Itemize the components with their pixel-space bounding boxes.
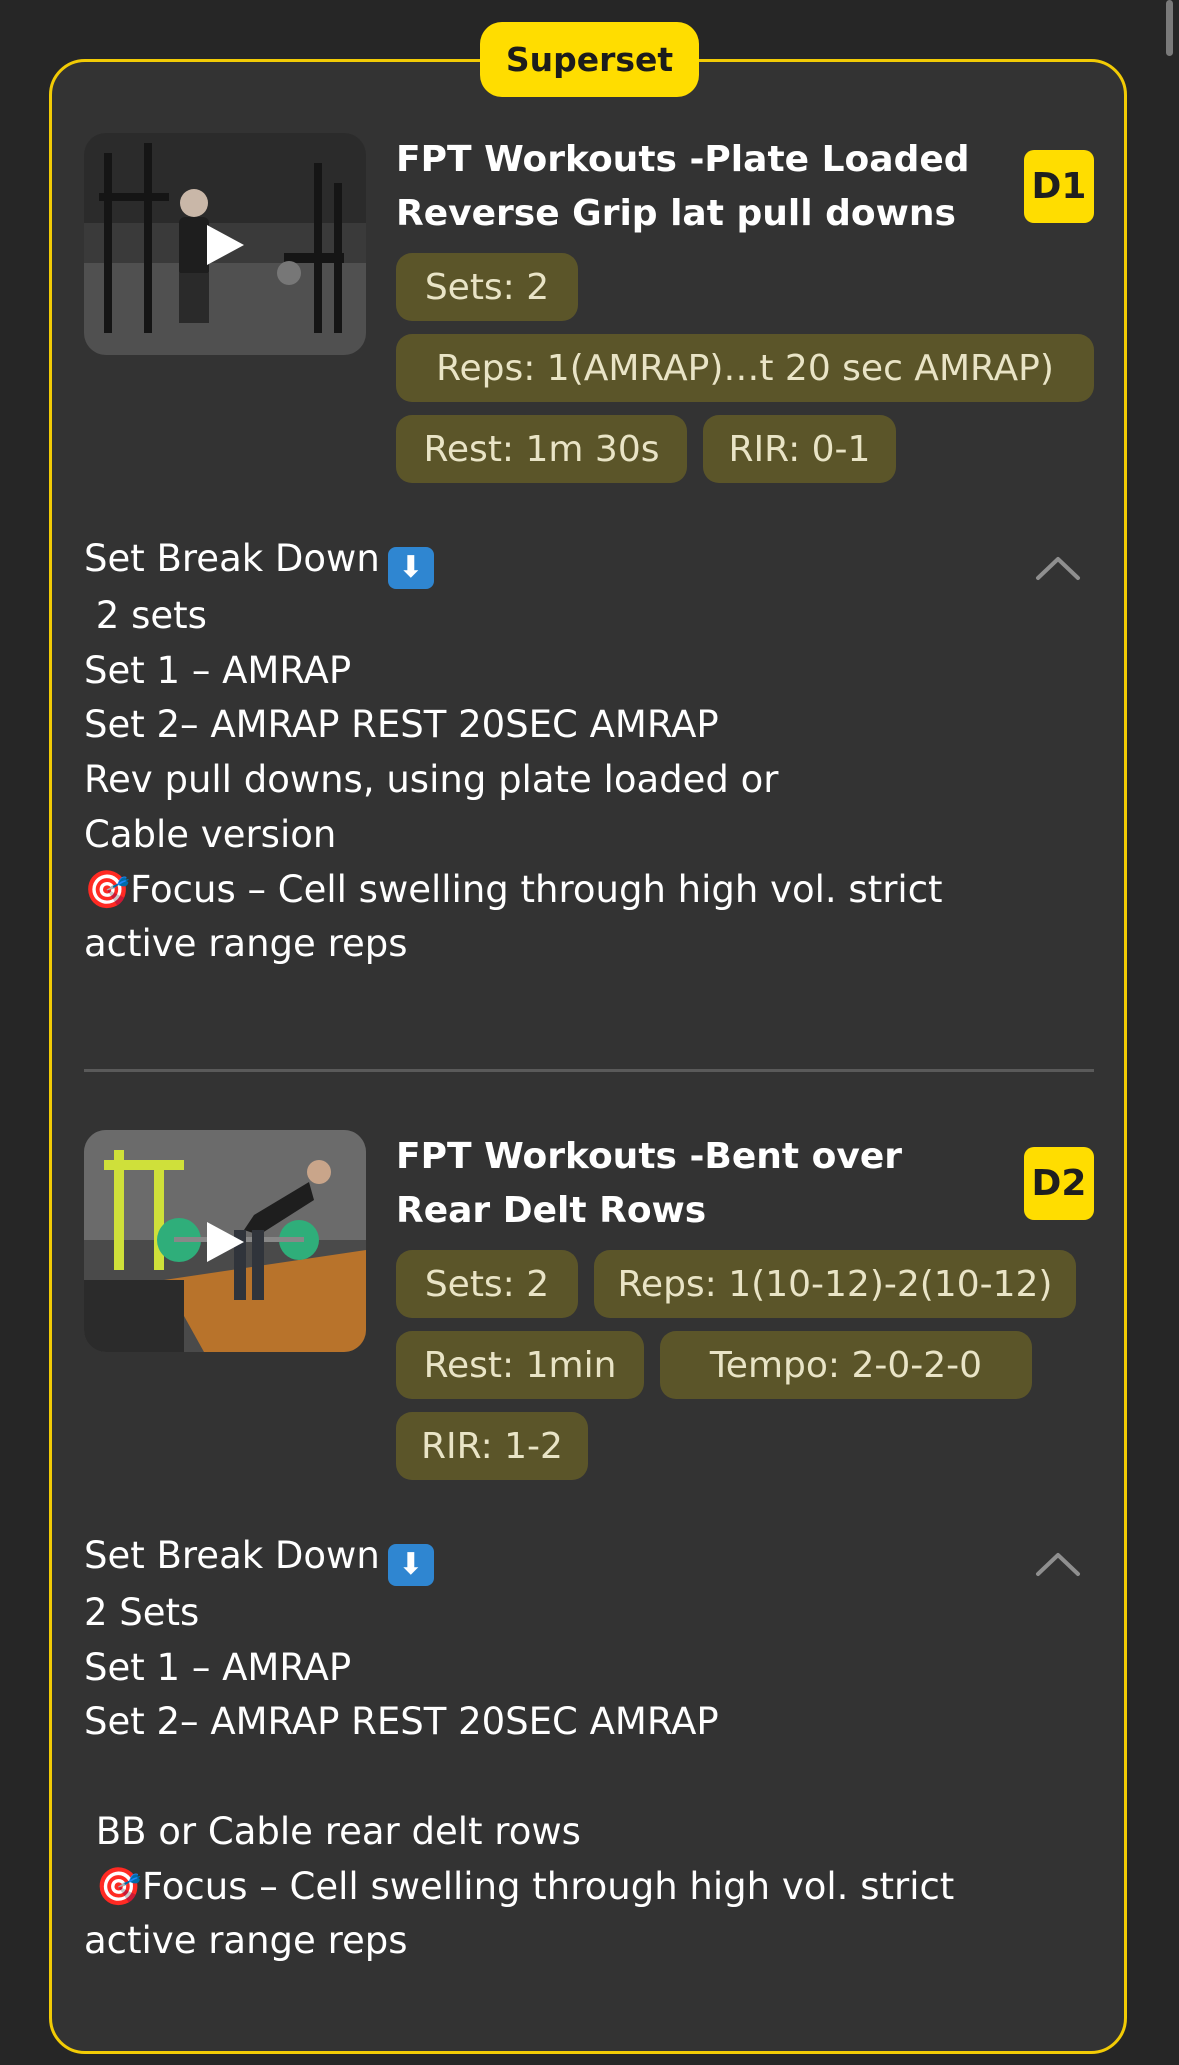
reps-chip: Reps: 1(10-12)-2(10-12)	[594, 1250, 1076, 1318]
down-arrow-emoji-icon: ⬇	[387, 547, 434, 589]
rest-chip: Rest: 1min	[396, 1331, 644, 1399]
rest-chip: Rest: 1m 30s	[396, 415, 687, 483]
down-arrow-emoji-icon: ⬇	[387, 1544, 434, 1586]
breakdown-line: 🎯Focus – Cell swelling through high vol.…	[84, 1864, 955, 1908]
breakdown-line: 2 Sets	[84, 1591, 200, 1634]
exercise-d2: FPT Workouts -Bent over Rear Delt Rows D…	[84, 1130, 1094, 1490]
breakdown-line: active range reps	[84, 1919, 408, 1963]
exercise-code-badge: D2	[1024, 1147, 1094, 1220]
breakdown-heading: Set Break Down	[84, 537, 380, 580]
tempo-chip: Tempo: 2-0-2-0	[660, 1331, 1032, 1399]
exercise-title[interactable]: FPT Workouts -Bent over Rear Delt Rows	[396, 1130, 996, 1238]
breakdown-line: Set 2– AMRAP REST 20SEC AMRAP	[84, 1700, 719, 1744]
scrollbar[interactable]	[1166, 0, 1173, 56]
breakdown-line: Set 1 – AMRAP	[84, 1645, 352, 1689]
breakdown-line: BB or Cable rear delt rows	[84, 1809, 581, 1853]
breakdown-line: 2 sets	[84, 594, 207, 637]
chevron-up-icon[interactable]	[1035, 1551, 1081, 1577]
superset-tag: Superset	[480, 22, 699, 97]
breakdown-line: active range reps	[84, 922, 408, 966]
breakdown-line: 🎯Focus – Cell swelling through high vol.…	[84, 867, 943, 911]
video-thumbnail-d1[interactable]	[84, 133, 366, 355]
breakdown-heading: Set Break Down	[84, 1534, 380, 1577]
rir-chip: RIR: 0-1	[703, 415, 896, 483]
sets-chip: Sets: 2	[396, 253, 578, 321]
breakdown-line: Set 1 – AMRAP	[84, 648, 352, 692]
set-breakdown-d2: Set Break Down ⬇ 2 Sets Set 1 – AMRAP Set…	[84, 1529, 984, 1969]
exercise-d1: FPT Workouts -Plate Loaded Reverse Grip …	[84, 133, 1094, 493]
exercise-title[interactable]: FPT Workouts -Plate Loaded Reverse Grip …	[396, 133, 996, 241]
breakdown-line: Rev pull downs, using plate loaded or	[84, 758, 779, 802]
breakdown-line: Set 2– AMRAP REST 20SEC AMRAP	[84, 703, 719, 747]
set-breakdown-d1: Set Break Down ⬇ 2 sets Set 1 – AMRAP Set…	[84, 532, 984, 972]
exercise-code-badge: D1	[1024, 150, 1094, 223]
exercise-divider	[84, 1069, 1094, 1072]
rir-chip: RIR: 1-2	[396, 1412, 588, 1480]
video-thumbnail-d2[interactable]	[84, 1130, 366, 1352]
chevron-up-icon[interactable]	[1035, 555, 1081, 581]
sets-chip: Sets: 2	[396, 1250, 578, 1318]
reps-chip: Reps: 1(AMRAP)…t 20 sec AMRAP)	[396, 334, 1094, 402]
breakdown-line: Cable version	[84, 812, 337, 856]
